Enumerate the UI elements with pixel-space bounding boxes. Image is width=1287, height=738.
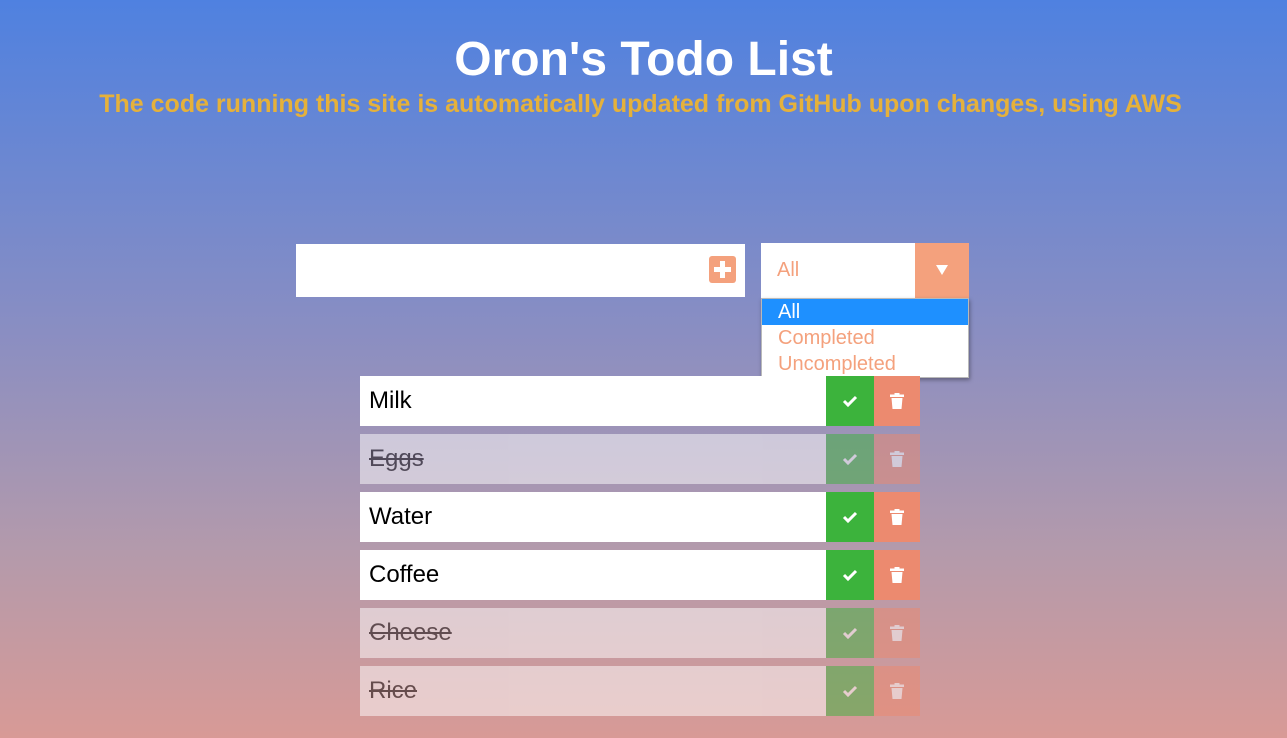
- filter-selected-value: All: [777, 259, 800, 281]
- todo-text: Water: [360, 492, 826, 542]
- new-todo-input[interactable]: [296, 244, 696, 297]
- todo-text: Milk: [360, 376, 826, 426]
- trash-icon: [890, 625, 904, 641]
- filter-option-completed[interactable]: Completed: [762, 325, 968, 351]
- delete-button[interactable]: [874, 376, 920, 426]
- delete-button[interactable]: [874, 492, 920, 542]
- todo-text: Rice: [360, 666, 826, 716]
- filter-option-all[interactable]: All: [762, 299, 968, 325]
- complete-button[interactable]: [826, 608, 874, 658]
- todo-text: Eggs: [360, 434, 826, 484]
- triangle-down-icon: [936, 265, 948, 275]
- todo-item: Eggs: [360, 434, 920, 484]
- todo-item: Coffee: [360, 550, 920, 600]
- complete-button[interactable]: [826, 666, 874, 716]
- todo-item: Cheese: [360, 608, 920, 658]
- check-icon: [842, 395, 858, 408]
- todo-item: Water: [360, 492, 920, 542]
- filter-dropdown: All Completed Uncompleted: [761, 298, 969, 378]
- trash-icon: [890, 567, 904, 583]
- check-icon: [842, 685, 858, 698]
- delete-button[interactable]: [874, 666, 920, 716]
- trash-icon: [890, 451, 904, 467]
- todo-text: Cheese: [360, 608, 826, 658]
- complete-button[interactable]: [826, 376, 874, 426]
- todo-list: Milk Eggs Water Coffee Cheese Rice: [360, 376, 920, 724]
- check-icon: [842, 511, 858, 524]
- filter-option-uncompleted[interactable]: Uncompleted: [762, 351, 968, 377]
- todo-item: Rice: [360, 666, 920, 716]
- page-subtitle: The code running this site is automatica…: [99, 90, 1182, 118]
- trash-icon: [890, 509, 904, 525]
- complete-button[interactable]: [826, 550, 874, 600]
- complete-button[interactable]: [826, 434, 874, 484]
- page-title: Oron's Todo List: [454, 33, 833, 86]
- check-icon: [842, 627, 858, 640]
- todo-item: Milk: [360, 376, 920, 426]
- plus-square-icon: [714, 261, 731, 278]
- check-icon: [842, 453, 858, 466]
- trash-icon: [890, 393, 904, 409]
- add-todo-button[interactable]: [709, 256, 736, 283]
- delete-button[interactable]: [874, 550, 920, 600]
- filter-dropdown-toggle[interactable]: [915, 243, 969, 298]
- complete-button[interactable]: [826, 492, 874, 542]
- delete-button[interactable]: [874, 608, 920, 658]
- todo-text: Coffee: [360, 550, 826, 600]
- delete-button[interactable]: [874, 434, 920, 484]
- check-icon: [842, 569, 858, 582]
- new-todo-form: [296, 244, 745, 297]
- trash-icon: [890, 683, 904, 699]
- filter-select[interactable]: All: [761, 243, 969, 298]
